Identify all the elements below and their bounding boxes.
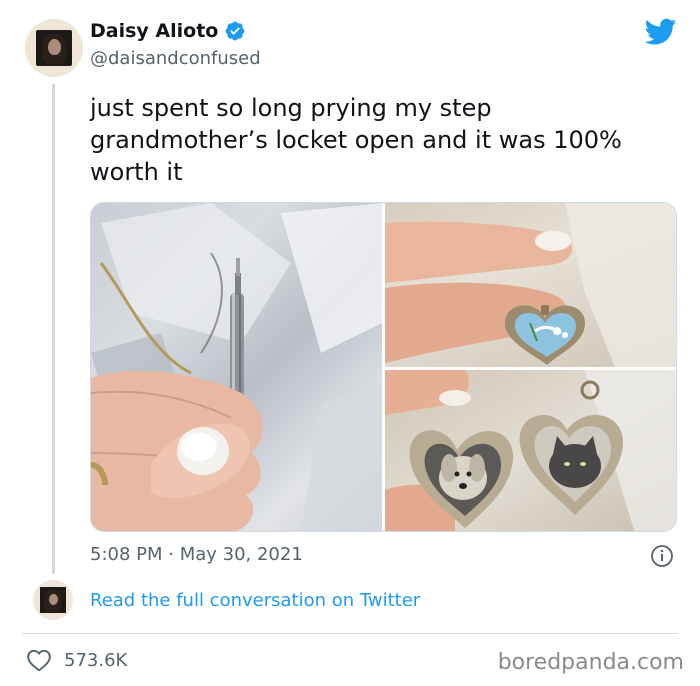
twitter-bird-icon[interactable] xyxy=(645,18,677,46)
photo-locket-closed[interactable] xyxy=(385,203,676,367)
footer-divider xyxy=(22,633,678,634)
read-full-conversation-link[interactable]: Read the full conversation on Twitter xyxy=(90,590,420,611)
boredpanda-watermark: boredpanda.com xyxy=(497,650,684,675)
photo-screwdriver[interactable] xyxy=(91,203,382,531)
reply-avatar-photo xyxy=(40,587,66,613)
media-grid xyxy=(90,202,677,532)
avatar-photo xyxy=(36,30,72,66)
verified-badge-icon xyxy=(225,21,245,41)
locket-open-illustration xyxy=(385,370,676,531)
thread-connector-line xyxy=(52,84,55,574)
author-name-row: Daisy Alioto xyxy=(90,20,246,42)
photo-locket-open[interactable] xyxy=(385,370,676,531)
tweet-text: just spent so long prying my step grandm… xyxy=(90,94,622,186)
author-handle[interactable]: @daisandconfused xyxy=(90,48,261,69)
like-count: 573.6K xyxy=(64,649,128,671)
author-avatar[interactable] xyxy=(25,19,83,77)
tweet-timestamp[interactable]: 5:08 PM · May 30, 2021 xyxy=(90,544,303,565)
locket-closed-illustration xyxy=(385,203,676,367)
screwdriver-photo-illustration xyxy=(91,203,382,531)
reply-avatar[interactable] xyxy=(33,580,73,620)
info-icon[interactable] xyxy=(650,544,674,568)
like-action[interactable]: 573.6K xyxy=(26,648,127,672)
author-display-name[interactable]: Daisy Alioto xyxy=(90,20,218,42)
heart-icon[interactable] xyxy=(26,648,52,672)
